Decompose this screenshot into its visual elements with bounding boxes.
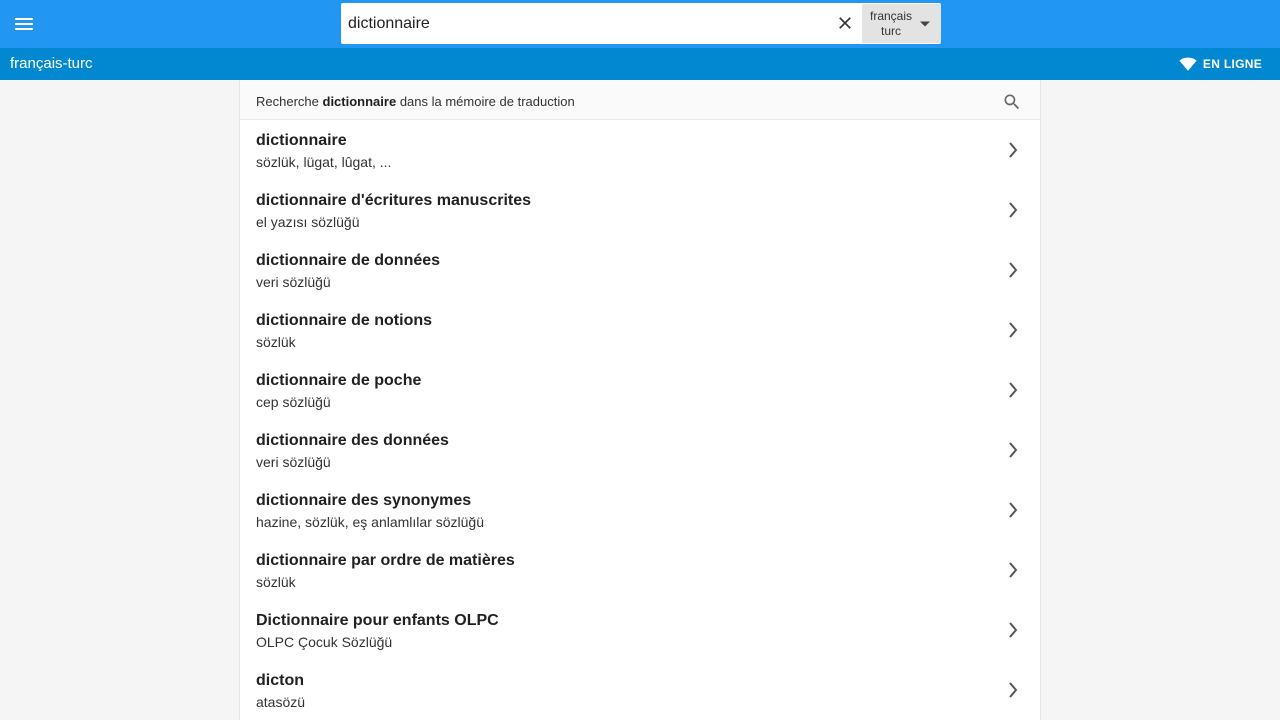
chevron-right-icon [1009, 442, 1018, 458]
tm-prefix: Recherche [256, 94, 319, 109]
search-input[interactable] [341, 3, 831, 44]
chevron-right-icon [1009, 142, 1018, 158]
result-term: dictionnaire de notions [256, 312, 433, 329]
result-item[interactable]: dictionnaire de notions sözlük [240, 300, 1040, 360]
chevron-right-icon [1009, 562, 1018, 578]
chevron-right-icon [1009, 262, 1018, 278]
result-term: dictionnaire par ordre de matières [256, 552, 515, 569]
source-language: français [869, 9, 913, 23]
result-translation: sözlük [256, 574, 296, 590]
chevron-right-icon [1009, 682, 1018, 698]
chevron-right-icon [1009, 202, 1018, 218]
result-translation: el yazısı sözlüğü [256, 214, 360, 230]
result-translation: veri sözlüğü [256, 274, 331, 290]
language-select[interactable]: français turc [862, 4, 941, 43]
menu-icon[interactable] [12, 12, 36, 36]
translation-memory-search[interactable]: Recherche dictionnaire dans la mémoire d… [240, 80, 1040, 120]
dropdown-arrow-icon [920, 21, 930, 27]
result-item[interactable]: Dictionnaire pour enfants OLPC OLPC Çocu… [240, 600, 1040, 660]
top-app-bar: français turc [0, 0, 1280, 48]
result-item[interactable]: dictionnaire de données veri sözlüğü [240, 240, 1040, 300]
result-item[interactable]: dictionnaire des synonymes hazine, sözlü… [240, 480, 1040, 540]
search-icon[interactable] [1002, 92, 1022, 112]
result-translation: cep sözlüğü [256, 394, 331, 410]
chevron-right-icon [1009, 502, 1018, 518]
chevron-right-icon [1009, 622, 1018, 638]
result-translation: atasözü [256, 694, 306, 710]
online-status-label: EN LIGNE [1202, 57, 1262, 71]
result-term: dictionnaire des données [256, 432, 449, 449]
result-translation: veri sözlüğü [256, 454, 331, 470]
result-term: dictionnaire d'écritures manuscrites [256, 192, 532, 209]
chevron-right-icon [1009, 382, 1018, 398]
result-item[interactable]: dicton atasözü [240, 660, 1040, 720]
result-item[interactable]: dictionnaire par ordre de matières sözlü… [240, 540, 1040, 600]
chevron-right-icon [1009, 322, 1018, 338]
result-item[interactable]: dictionnaire de poche cep sözlüğü [240, 360, 1040, 420]
clear-icon[interactable] [835, 13, 855, 33]
result-term: dictionnaire de poche [256, 372, 422, 389]
result-term: dictionnaire [256, 132, 347, 149]
result-term: Dictionnaire pour enfants OLPC [256, 612, 499, 629]
result-translation: hazine, sözlük, eş anlamlılar sözlüğü [256, 514, 485, 530]
results-panel: Recherche dictionnaire dans la mémoire d… [239, 80, 1041, 720]
result-item[interactable]: dictionnaire sözlük, lügat, lûgat, ... [240, 120, 1040, 180]
result-term: dicton [256, 672, 304, 689]
result-translation: sözlük [256, 334, 296, 350]
result-item[interactable]: dictionnaire des données veri sözlüğü [240, 420, 1040, 480]
result-item[interactable]: dictionnaire d'écritures manuscrites el … [240, 180, 1040, 240]
tm-term: dictionnaire [322, 94, 397, 109]
result-term: dictionnaire de données [256, 252, 441, 269]
result-translation: OLPC Çocuk Sözlüğü [256, 634, 393, 650]
result-term: dictionnaire des synonymes [256, 492, 472, 509]
search-box: français turc [341, 3, 941, 44]
target-language: turc [880, 24, 901, 38]
online-status[interactable]: EN LIGNE [1179, 48, 1262, 80]
direction-bar: français-turc EN LIGNE [0, 48, 1280, 80]
wifi-icon [1179, 57, 1197, 71]
tm-suffix: dans la mémoire de traduction [399, 94, 575, 109]
result-translation: sözlük, lügat, lûgat, ... [256, 154, 392, 170]
language-direction: français-turc [10, 55, 93, 72]
tm-search-text: Recherche dictionnaire dans la mémoire d… [256, 94, 575, 109]
